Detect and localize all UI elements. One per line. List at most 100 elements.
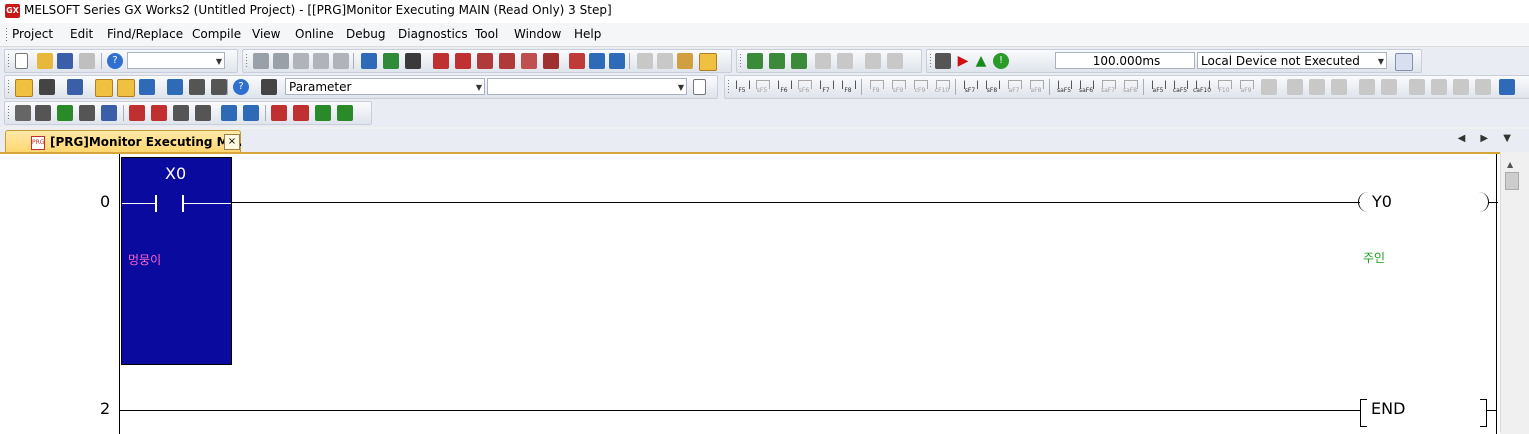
device-window-icon[interactable]: [1395, 53, 1413, 71]
comment-icon[interactable]: [637, 53, 653, 69]
verify-icon[interactable]: [477, 53, 493, 69]
status-icon[interactable]: !: [993, 53, 1009, 69]
operation-fall-icon[interactable]: caF5: [1171, 78, 1189, 96]
toolbar-grip-icon[interactable]: [7, 79, 10, 95]
list-view-icon[interactable]: [67, 79, 83, 95]
run-to-icon[interactable]: [57, 105, 73, 121]
tool-h-icon[interactable]: [1453, 79, 1469, 95]
contact-nc-icon[interactable]: sF5: [753, 78, 771, 96]
clear-4-icon[interactable]: [293, 105, 309, 121]
tool-f-icon[interactable]: [1409, 79, 1425, 95]
insert-col-icon[interactable]: [769, 53, 785, 69]
pulse-open-icon[interactable]: saF6: [1077, 78, 1095, 96]
parameter-dropdown[interactable]: Parameter ▼: [285, 78, 485, 95]
undo-icon[interactable]: [313, 53, 329, 69]
close-icon[interactable]: ×: [224, 134, 240, 150]
pulse-close-par-icon[interactable]: saF7: [1099, 78, 1117, 96]
monitor-mode-icon[interactable]: [699, 53, 717, 71]
dev-check-icon[interactable]: [383, 53, 399, 69]
parallel-no-icon[interactable]: F6: [775, 78, 793, 96]
dev-view-2-icon[interactable]: [117, 79, 135, 97]
insert-row-icon[interactable]: [747, 53, 763, 69]
menu-view[interactable]: View: [252, 27, 280, 41]
coil-icon[interactable]: F7: [817, 78, 835, 96]
menu-find-replace[interactable]: Find/Replace: [107, 27, 183, 41]
monitor-interval-field[interactable]: 100.000ms: [1055, 52, 1195, 69]
inline-st-icon[interactable]: F10: [1215, 78, 1233, 96]
statement-icon[interactable]: [657, 53, 673, 69]
menu-diagnostics[interactable]: Diagnostics: [398, 27, 468, 41]
start-run-icon[interactable]: ▶: [955, 53, 971, 69]
help-2-icon[interactable]: ?: [233, 79, 249, 95]
coil-device-label[interactable]: Y0: [1372, 192, 1392, 211]
menu-project[interactable]: Project: [12, 27, 53, 41]
dev-view-1-icon[interactable]: [95, 79, 113, 97]
dev-blue2-icon[interactable]: [609, 53, 625, 69]
toolbar-grip-icon[interactable]: [739, 53, 742, 69]
write-icon[interactable]: [433, 53, 449, 69]
tool-b-icon[interactable]: [1309, 79, 1325, 95]
save-icon[interactable]: [57, 53, 73, 69]
instruction-icon[interactable]: F8: [839, 78, 857, 96]
falling-pulse-icon[interactable]: sF8: [983, 78, 1001, 96]
disabled-1-icon[interactable]: [815, 53, 831, 69]
tool-d-icon[interactable]: [1359, 79, 1375, 95]
menu-edit[interactable]: Edit: [70, 27, 93, 41]
force-icon[interactable]: [315, 105, 331, 121]
open-item-icon[interactable]: [693, 79, 706, 95]
menu-help[interactable]: Help: [574, 27, 601, 41]
toolbar-grip-icon[interactable]: [929, 53, 932, 69]
st-icon[interactable]: [1261, 79, 1277, 95]
operation-rise-icon[interactable]: aF5: [1149, 78, 1167, 96]
dev-blue-icon[interactable]: [589, 53, 605, 69]
break-icon[interactable]: [79, 105, 95, 121]
dev-debug-1-icon[interactable]: [221, 105, 237, 121]
monitor-settings-icon[interactable]: [935, 53, 951, 69]
menu-compile[interactable]: Compile: [192, 27, 241, 41]
project-view-icon[interactable]: [15, 79, 33, 97]
menu-window[interactable]: Window: [514, 27, 561, 41]
dev-debug-2-icon[interactable]: [243, 105, 259, 121]
step-icon[interactable]: [15, 105, 31, 121]
sort-icon[interactable]: [173, 105, 189, 121]
end-instruction-label[interactable]: END: [1371, 399, 1405, 418]
tab-scroll-arrows-icon[interactable]: ◀ ▶ ▼: [1458, 133, 1517, 144]
pulse-close-icon[interactable]: saF5: [1055, 78, 1073, 96]
dev-view-4-icon[interactable]: [167, 79, 183, 95]
ladder-editor[interactable]: 0 X0 멍뭉이 Y0 주인 2 END: [0, 152, 1500, 434]
redo-icon[interactable]: [333, 53, 349, 69]
falling-pulse-par-icon[interactable]: aF8: [1027, 78, 1045, 96]
toolbar-dropdown-1[interactable]: ▼: [127, 52, 225, 69]
disabled-3-icon[interactable]: [865, 53, 881, 69]
disabled-2-icon[interactable]: [837, 53, 853, 69]
tool-g-icon[interactable]: [1431, 79, 1447, 95]
device-list-icon[interactable]: [543, 53, 559, 69]
clear-2-icon[interactable]: [151, 105, 167, 121]
cross-ref-icon[interactable]: [521, 53, 537, 69]
vertical-scrollbar[interactable]: [1500, 152, 1529, 432]
delete-hline-icon[interactable]: cF9: [911, 78, 929, 96]
tool-a-icon[interactable]: [1287, 79, 1303, 95]
view-eye-icon[interactable]: [189, 79, 205, 95]
menu-tool[interactable]: Tool: [475, 27, 498, 41]
force-2-icon[interactable]: [337, 105, 353, 121]
read-icon[interactable]: [455, 53, 471, 69]
dev-icon[interactable]: [361, 53, 377, 69]
binoculars-icon[interactable]: [261, 79, 277, 95]
pulse-open-par-icon[interactable]: saF8: [1121, 78, 1139, 96]
open-folder-icon[interactable]: [37, 53, 53, 69]
note-icon[interactable]: [677, 53, 693, 69]
tab-prg-main[interactable]: PRG [PRG]Monitor Executing M... ×: [5, 130, 242, 153]
rising-pulse-icon[interactable]: sF7: [961, 78, 979, 96]
hline-icon[interactable]: F9: [867, 78, 885, 96]
find-icon[interactable]: [211, 79, 227, 95]
find-device-icon[interactable]: [499, 53, 515, 69]
toolbar-grip-icon[interactable]: [245, 53, 248, 69]
blank-dropdown[interactable]: ▼: [487, 78, 687, 95]
menu-online[interactable]: Online: [295, 27, 334, 41]
sort-2-icon[interactable]: [195, 105, 211, 121]
tool-i-icon[interactable]: [1475, 79, 1491, 95]
inline-st-2-icon[interactable]: aF9: [1237, 78, 1255, 96]
delete-vline-icon[interactable]: cF10: [933, 78, 951, 96]
menu-debug[interactable]: Debug: [346, 27, 385, 41]
